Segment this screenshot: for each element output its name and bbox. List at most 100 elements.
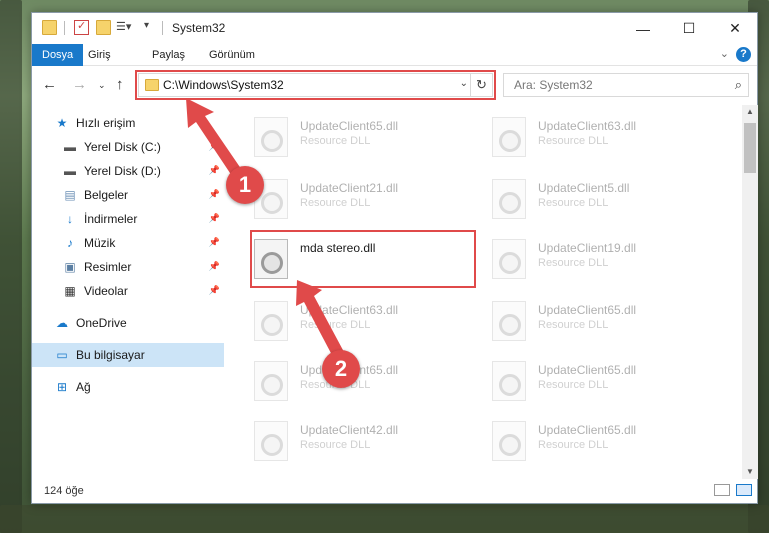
list-item[interactable]: UpdateClient5.dll Resource DLL [486,175,716,227]
documents-icon: ▤ [64,188,76,202]
star-icon: ★ [56,116,68,130]
pin-icon[interactable]: 📌 [209,189,220,200]
sidebar-item-disk-d[interactable]: ▬ Yerel Disk (D:) 📌 [62,159,224,183]
customize-toolbar-icon[interactable]: ☰▾ [116,20,138,35]
dll-file-icon [254,361,288,401]
help-icon[interactable]: ? [736,47,751,62]
pin-icon[interactable]: 📌 [209,285,220,296]
list-item[interactable]: UpdateClient65.dll Resource DLL [486,417,716,465]
list-item[interactable]: UpdateClient65.dll Resource DLL [248,357,478,409]
sidebar-item-label: Belgeler [84,188,129,202]
dll-file-icon [254,301,288,341]
sidebar-item-label: Yerel Disk (C:) [84,140,161,154]
sidebar-item-label: Hızlı erişim [76,116,136,130]
forward-arrow-icon[interactable]: → [72,76,87,93]
scroll-up-icon[interactable]: ▲ [742,105,758,119]
vertical-scrollbar[interactable]: ▲ ▼ [742,105,758,479]
sidebar-item-disk-c[interactable]: ▬ Yerel Disk (C:) 📌 [62,135,224,159]
navigation-pane: ★ Hızlı erişim ▬ Yerel Disk (C:) 📌 ▬ Yer… [32,105,228,463]
scroll-thumb[interactable] [744,123,756,173]
sidebar-item-downloads[interactable]: ↓ İndirmeler 📌 [62,207,224,231]
tab-giris[interactable]: Giriş [78,44,121,66]
sidebar-item-videos[interactable]: ▦ Videolar 📌 [62,279,224,303]
back-arrow-icon[interactable]: ← [42,76,57,93]
new-folder-icon[interactable] [96,20,111,35]
sidebar-item-documents[interactable]: ▤ Belgeler 📌 [62,183,224,207]
close-button[interactable]: ✕ [712,13,758,44]
pictures-icon: ▣ [64,260,76,274]
sidebar-item-this-pc[interactable]: ▭ Bu bilgisayar [32,343,224,367]
recent-chevron-icon[interactable]: ⌄ [98,80,106,91]
step-badge-2: 2 [322,350,360,388]
window-title: System32 [172,21,226,35]
list-item[interactable]: UpdateClient65.dll Resource DLL [248,113,478,165]
list-item[interactable]: UpdateClient65.dll Resource DLL [486,297,716,349]
background-tree [0,0,22,533]
list-item[interactable]: UpdateClient65.dll Resource DLL [486,357,716,409]
background-ground [0,505,769,533]
large-icons-view-icon[interactable] [736,484,752,496]
details-view-icon[interactable] [714,484,730,496]
dll-file-icon [492,239,526,279]
expand-ribbon-icon[interactable]: ⌄ [720,47,729,60]
status-bar: 124 öğe [32,479,757,503]
sidebar-item-onedrive[interactable]: ☁ OneDrive [54,311,224,335]
scroll-down-icon[interactable]: ▼ [742,465,758,479]
computer-icon: ▭ [56,348,68,362]
navigation-bar: ← → ⌄ ↑ C:\Windows\System32 ⌄ ↻ Ara: Sys… [32,68,757,102]
sidebar-item-network[interactable]: ⊞ Ağ [54,375,224,399]
maximize-button[interactable]: ☐ [666,13,712,44]
download-icon: ↓ [67,212,73,226]
separator [162,21,163,35]
ribbon-tabs: Dosya Giriş Paylaş Görünüm ⌄ ? [32,44,757,66]
tab-gorunum[interactable]: Görünüm [199,44,265,66]
sidebar-item-label: Resimler [84,260,132,274]
dll-file-icon [492,117,526,157]
pin-icon[interactable]: 📌 [209,261,220,272]
list-item[interactable]: UpdateClient63.dll Resource DLL [486,113,716,165]
minimize-button[interactable]: — [620,13,666,44]
pin-icon[interactable]: 📌 [209,141,220,152]
pin-icon[interactable]: 📌 [209,165,220,176]
dll-file-icon [492,179,526,219]
sidebar-item-label: Bu bilgisayar [76,348,145,362]
item-count: 124 öğe [44,485,84,497]
list-item[interactable]: UpdateClient42.dll Resource DLL [248,417,478,465]
sidebar-item-music[interactable]: ♪ Müzik 📌 [62,231,224,255]
step-badge-1: 1 [226,166,264,204]
pin-icon[interactable]: 📌 [209,213,220,224]
sidebar-item-label: Müzik [84,236,116,250]
up-arrow-icon[interactable]: ↑ [116,76,124,93]
search-icon: ⌕ [734,77,742,92]
dll-file-icon [492,421,526,461]
list-item[interactable]: UpdateClient63.dll Resource DLL [248,297,478,349]
tab-paylas[interactable]: Paylaş [142,44,195,66]
address-highlight [135,70,496,100]
network-icon: ⊞ [56,380,68,394]
drive-icon: ▬ [64,140,76,154]
dll-file-icon [254,117,288,157]
music-icon: ♪ [67,236,73,250]
sidebar-item-label: İndirmeler [84,212,138,226]
list-item[interactable]: UpdateClient19.dll Resource DLL [486,235,716,287]
list-item[interactable]: UpdateClient21.dll Resource DLL [248,175,478,227]
sidebar-item-pictures[interactable]: ▣ Resimler 📌 [62,255,224,279]
pin-icon[interactable]: 📌 [209,237,220,248]
sidebar-item-quick-access[interactable]: ★ Hızlı erişim [54,111,246,135]
search-input[interactable]: Ara: System32 [514,78,593,92]
title-bar: ✓ ☰▾ ▾ System32 — ☐ ✕ [32,13,757,44]
dll-file-icon [492,301,526,341]
sidebar-item-label: Videolar [84,284,128,298]
properties-icon[interactable]: ✓ [74,20,89,35]
search-box[interactable]: Ara: System32 ⌕ [503,73,749,97]
chevron-down-icon[interactable]: ▾ [144,20,159,35]
explorer-window: ✓ ☰▾ ▾ System32 — ☐ ✕ Dosya Giriş Paylaş… [31,12,758,504]
sidebar-item-label: OneDrive [76,316,127,330]
dll-file-icon [492,361,526,401]
folder-icon [42,20,57,35]
file-list: UpdateClient65.dll Resource DLL UpdateCl… [228,105,742,465]
video-icon: ▦ [64,284,76,298]
file-highlight [250,230,476,288]
sidebar-item-label: Ağ [76,380,91,394]
tab-dosya[interactable]: Dosya [32,44,84,66]
